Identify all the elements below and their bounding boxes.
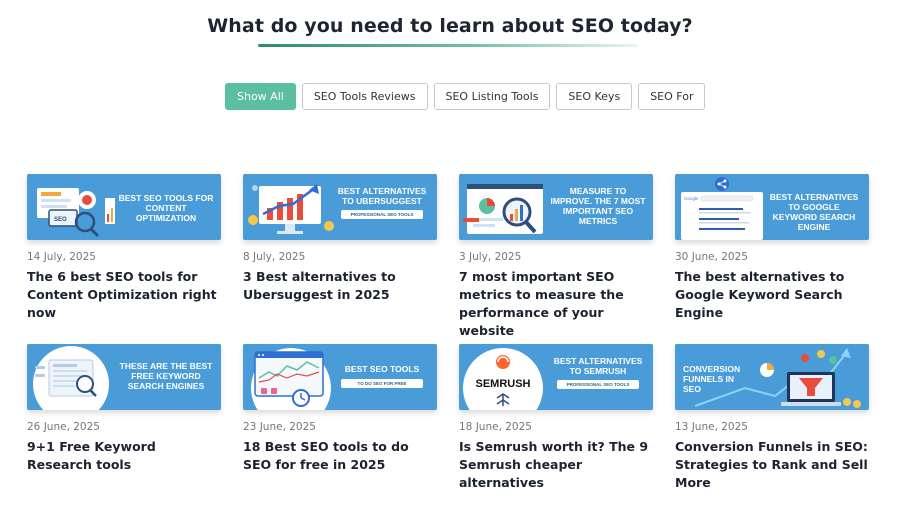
filter-seo-listing-tools[interactable]: SEO Listing Tools: [433, 83, 551, 110]
article-thumbnail[interactable]: MEASURE TO IMPROVE. THE 7 MOST IMPORTANT…: [459, 174, 653, 240]
article-date: 18 June, 2025: [459, 421, 532, 433]
google-search-page-icon: Google: [681, 177, 763, 240]
article-card[interactable]: SEMRUSH BEST ALTERNATIVES TO SEMRUSH PRO…: [459, 344, 653, 492]
filter-seo-keys[interactable]: SEO Keys: [556, 83, 633, 110]
thumbnail-subtext: PROFESSIONAL SEO TOOLS: [341, 210, 423, 219]
svg-text:Google: Google: [684, 196, 699, 201]
thumbnail-text: BEST ALTERNATIVES TO SEMRUSH: [553, 356, 643, 376]
thumbnail-subtext: TO DO SEO FOR FREE: [341, 379, 423, 388]
thumbnail-text: BEST ALTERNATIVES TO GOOGLE KEYWORD SEAR…: [769, 192, 859, 232]
thumbnail-subtext: PROFESSIONAL SEO TOOLS: [557, 380, 639, 389]
thumbnail-text: BEST SEO TOOLS: [344, 364, 420, 374]
filter-seo-for[interactable]: SEO For: [638, 83, 706, 110]
title-underline: [258, 44, 638, 47]
article-card[interactable]: Google BEST ALTERNATIVES TO GOOGLE KEYWO…: [675, 174, 869, 322]
filter-seo-tools-reviews[interactable]: SEO Tools Reviews: [301, 83, 428, 110]
article-date: 26 June, 2025: [27, 421, 100, 433]
article-title-link[interactable]: The best alternatives to Google Keyword …: [675, 268, 869, 322]
thumbnail-text: THESE ARE THE BEST FREE KEYWORD SEARCH E…: [119, 361, 213, 391]
svg-text:SEO: SEO: [54, 217, 67, 223]
article-title-link[interactable]: 9+1 Free Keyword Research tools: [27, 438, 221, 474]
metrics-magnifier-icon: [463, 184, 543, 234]
category-filter-bar: Show All SEO Tools Reviews SEO Listing T…: [225, 83, 706, 110]
article-title-link[interactable]: The 6 best SEO tools for Content Optimiz…: [27, 268, 221, 322]
article-thumbnail[interactable]: SEMRUSH BEST ALTERNATIVES TO SEMRUSH PRO…: [459, 344, 653, 410]
thumbnail-text: BEST ALTERNATIVES TO UBERSUGGEST: [337, 186, 427, 206]
article-thumbnail[interactable]: BEST ALTERNATIVES TO UBERSUGGEST PROFESS…: [243, 174, 437, 240]
thumbnail-text: MEASURE TO IMPROVE. THE 7 MOST IMPORTANT…: [550, 186, 646, 226]
article-card[interactable]: BEST ALTERNATIVES TO UBERSUGGEST PROFESS…: [243, 174, 437, 304]
article-title-link[interactable]: 3 Best alternatives to Ubersuggest in 20…: [243, 268, 437, 304]
growth-chart-monitor-icon: [248, 184, 334, 234]
article-card[interactable]: MEASURE TO IMPROVE. THE 7 MOST IMPORTANT…: [459, 174, 653, 340]
article-date: 8 July, 2025: [243, 251, 306, 263]
article-card[interactable]: CONVERSION FUNNELS IN SEO 13 June, 2025 …: [675, 344, 869, 492]
browser-dashboard-icon: [251, 348, 331, 410]
seo-magnifier-illustration-icon: SEO: [37, 188, 115, 238]
filter-show-all[interactable]: Show All: [225, 83, 296, 110]
article-card[interactable]: SEO BEST SEO TOOLS FOR CONTENT OPTIMIZAT…: [27, 174, 221, 322]
conversion-funnel-laptop-icon: [694, 348, 861, 408]
article-title-link[interactable]: 7 most important SEO metrics to measure …: [459, 268, 653, 340]
article-date: 30 June, 2025: [675, 251, 748, 263]
article-date: 23 June, 2025: [243, 421, 316, 433]
article-thumbnail[interactable]: SEO BEST SEO TOOLS FOR CONTENT OPTIMIZAT…: [27, 174, 221, 240]
page-title: What do you need to learn about SEO toda…: [207, 15, 693, 37]
article-title-link[interactable]: 18 Best SEO tools to do SEO for free in …: [243, 438, 437, 474]
article-thumbnail[interactable]: THESE ARE THE BEST FREE KEYWORD SEARCH E…: [27, 344, 221, 410]
article-date: 13 June, 2025: [675, 421, 748, 433]
article-thumbnail[interactable]: Google BEST ALTERNATIVES TO GOOGLE KEYWO…: [675, 174, 869, 240]
article-thumbnail[interactable]: CONVERSION FUNNELS IN SEO: [675, 344, 869, 410]
article-card[interactable]: BEST SEO TOOLS TO DO SEO FOR FREE 23 Jun…: [243, 344, 437, 474]
article-title-link[interactable]: Is Semrush worth it? The 9 Semrush cheap…: [459, 438, 653, 492]
keyword-search-circle-icon: [33, 346, 109, 410]
semrush-logo-text: SEMRUSH: [475, 378, 530, 390]
thumbnail-text: BEST SEO TOOLS FOR CONTENT OPTIMIZATION: [118, 193, 214, 223]
article-date: 3 July, 2025: [459, 251, 522, 263]
article-card[interactable]: THESE ARE THE BEST FREE KEYWORD SEARCH E…: [27, 344, 221, 474]
article-title-link[interactable]: Conversion Funnels in SEO: Strategies to…: [675, 438, 869, 492]
semrush-logo-icon: SEMRUSH: [463, 348, 543, 410]
article-date: 14 July, 2025: [27, 251, 96, 263]
article-thumbnail[interactable]: BEST SEO TOOLS TO DO SEO FOR FREE: [243, 344, 437, 410]
